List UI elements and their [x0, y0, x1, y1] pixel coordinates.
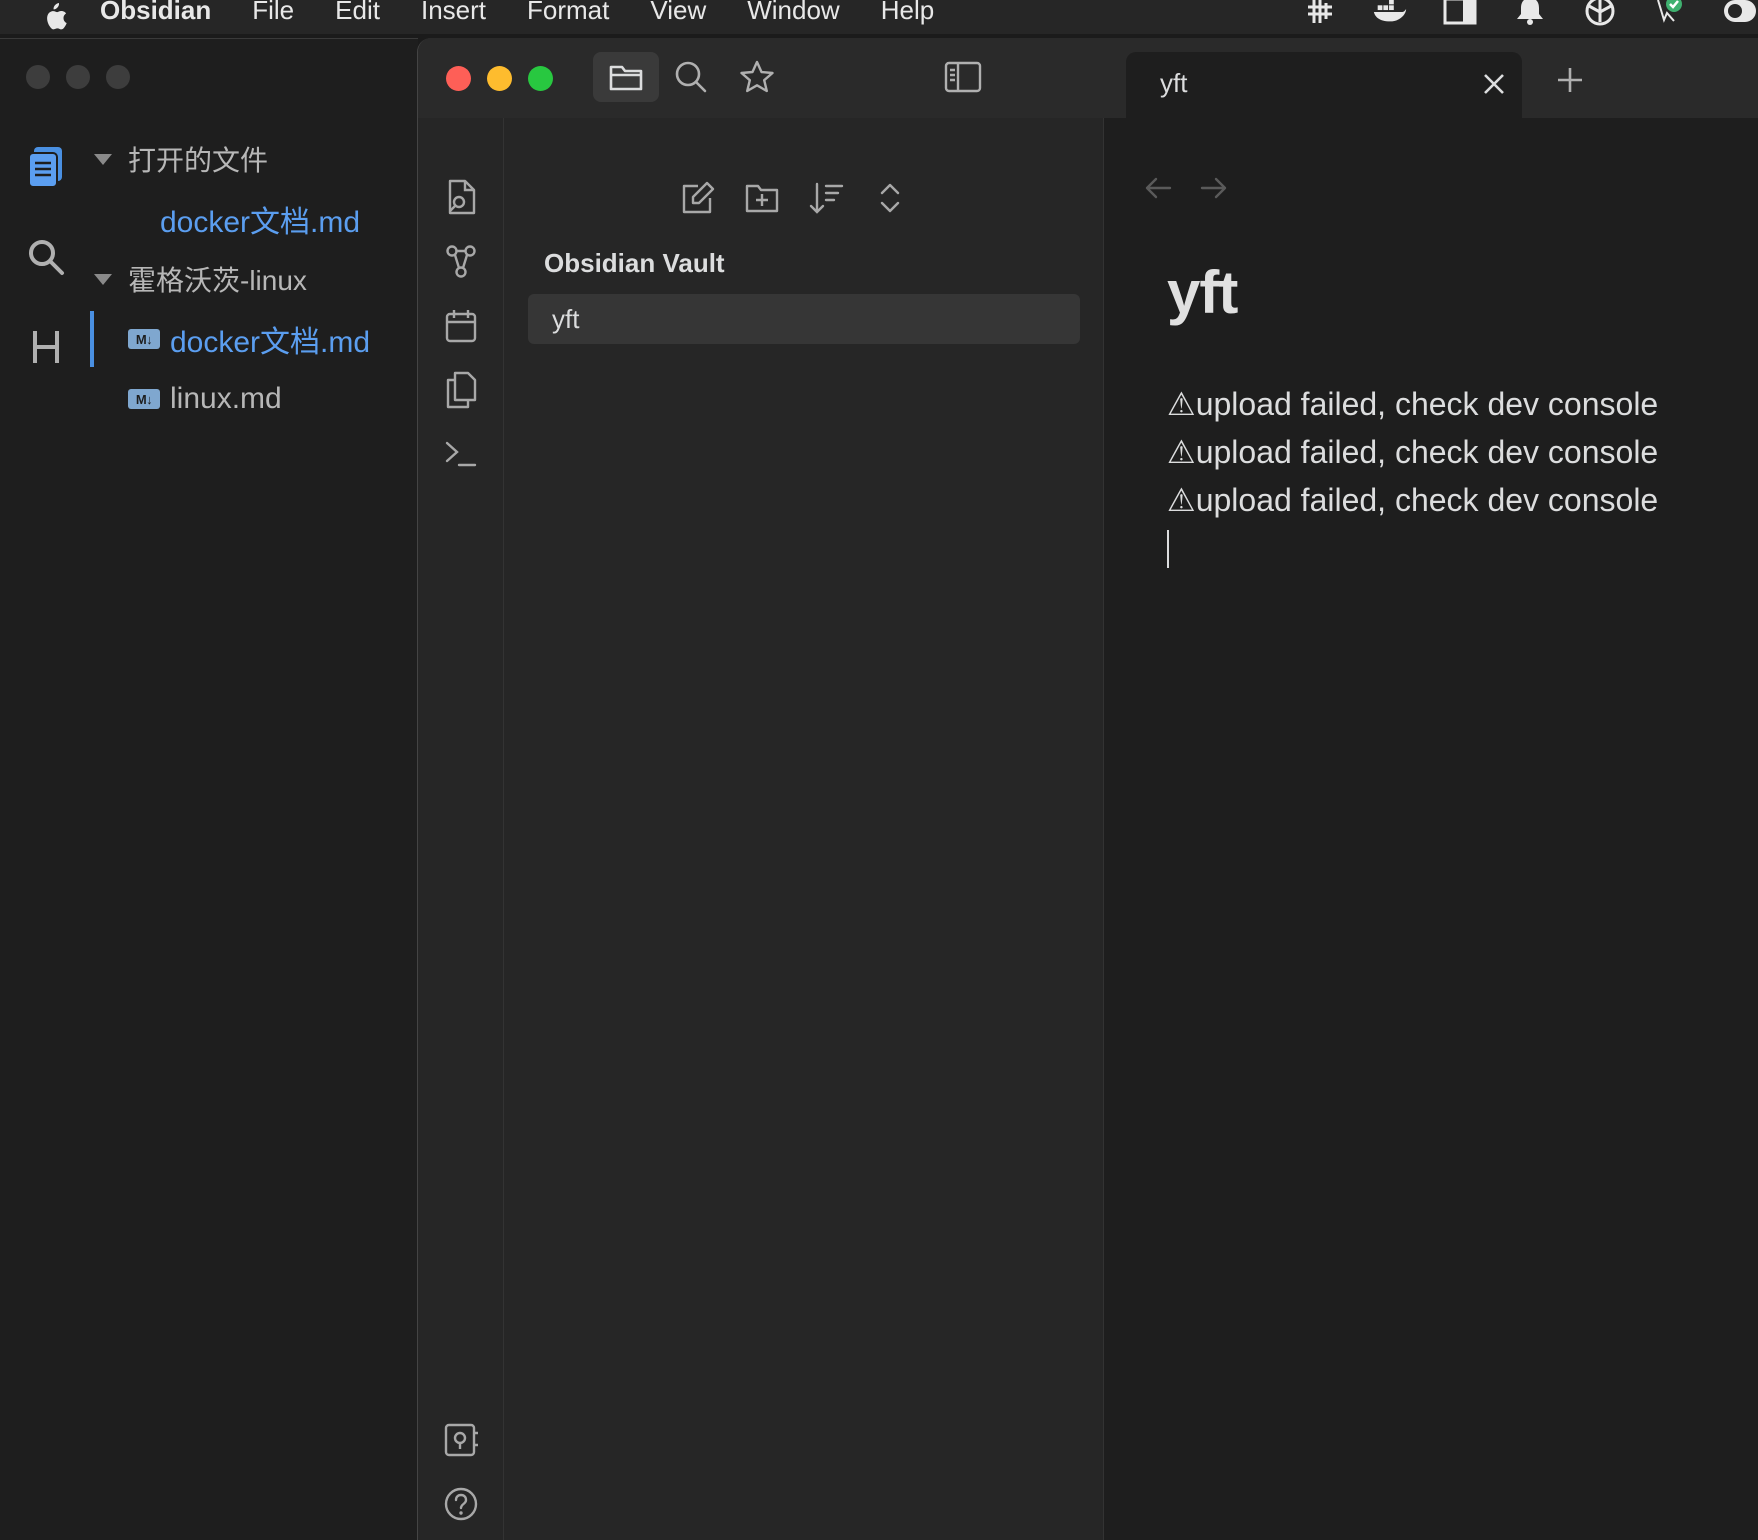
menu-view[interactable]: View [650, 0, 706, 23]
zoom-dot[interactable] [106, 65, 130, 89]
menu-insert[interactable]: Insert [421, 0, 486, 23]
text-cursor [1167, 530, 1169, 568]
file-item-docker[interactable]: M↓ docker文档.md [88, 315, 408, 363]
docker-icon[interactable] [1372, 0, 1408, 26]
status-tray [1268, 0, 1758, 34]
window-controls-inactive [26, 65, 130, 89]
plus-icon [1558, 68, 1582, 92]
star-icon [740, 60, 774, 93]
toggle-icon[interactable] [1722, 0, 1758, 26]
files-icon[interactable] [20, 139, 72, 195]
new-note-button[interactable] [674, 174, 722, 222]
box-icon[interactable] [1582, 0, 1618, 26]
back-button[interactable] [1138, 170, 1178, 206]
sort-icon [809, 182, 844, 214]
explorer-item[interactable]: yft [528, 294, 1080, 344]
markdown-icon: M↓ [128, 389, 160, 409]
new-note-icon [682, 181, 715, 214]
arrow-right-icon [1200, 177, 1227, 199]
ribbon [418, 118, 504, 1540]
search-tab[interactable] [658, 52, 724, 102]
caret-down-icon[interactable] [94, 273, 112, 285]
note-line[interactable]: ⚠upload failed, check dev console [1167, 428, 1758, 476]
graph-icon[interactable] [437, 238, 485, 286]
sidebar-toggle-icon [944, 61, 982, 93]
file-explorer-tab[interactable] [593, 52, 659, 102]
open-files-group[interactable]: 打开的文件 [88, 137, 408, 181]
explorer-item-label: yft [552, 304, 580, 334]
file-item-linux[interactable]: M↓ linux.md [88, 375, 408, 423]
hashtag-grid-icon[interactable] [1302, 0, 1338, 26]
apple-icon[interactable] [34, 1, 74, 33]
menu-edit[interactable]: Edit [335, 0, 380, 23]
bookmarks-tab[interactable] [724, 52, 790, 102]
folder-label: 霍格沃茨-linux [128, 265, 307, 296]
search-icon[interactable] [20, 229, 72, 285]
menu-window[interactable]: Window [747, 0, 839, 23]
note-line[interactable]: ⚠upload failed, check dev console [1167, 476, 1758, 524]
tab-title: yft [1160, 68, 1188, 98]
minimize-window-button[interactable] [487, 66, 512, 91]
caret-down-icon[interactable] [94, 153, 112, 165]
help-icon[interactable] [437, 1480, 485, 1528]
note-body[interactable]: ⚠upload failed, check dev console ⚠uploa… [1167, 380, 1758, 568]
forward-button[interactable] [1194, 170, 1234, 206]
collapse-button[interactable] [866, 174, 914, 222]
title-bar: yft [418, 38, 1758, 118]
file-tree: 打开的文件 docker文档.md 霍格沃茨-linux M↓ docker文档… [88, 137, 408, 435]
vault-icon[interactable] [437, 1416, 485, 1464]
arrow-left-icon [1145, 177, 1172, 199]
heading-icon[interactable] [20, 319, 72, 375]
file-explorer: Obsidian Vault yft [504, 118, 1104, 1540]
terminal-icon[interactable] [437, 430, 485, 478]
markdown-icon: M↓ [128, 329, 160, 349]
obsidian-window: yft Obsidian Vault yft yft ⚠upload faile… [417, 38, 1758, 1540]
window-split-icon[interactable] [1442, 0, 1478, 26]
minimize-dot[interactable] [66, 65, 90, 89]
open-file-item[interactable]: docker文档.md [88, 195, 408, 243]
zoom-window-button[interactable] [528, 66, 553, 91]
check-badge-icon[interactable] [1652, 0, 1688, 26]
new-tab-button[interactable] [1546, 56, 1594, 104]
editor-pane: yft ⚠upload failed, check dev console ⚠u… [1104, 118, 1758, 1540]
window-controls [446, 66, 553, 91]
menu-format[interactable]: Format [527, 0, 609, 23]
new-folder-button[interactable] [738, 174, 786, 222]
calendar-icon[interactable] [437, 302, 485, 350]
note-title[interactable]: yft [1167, 258, 1238, 327]
note-tab[interactable]: yft [1126, 52, 1522, 118]
menu-bar: Obsidian File Edit Insert Format View Wi… [0, 0, 1758, 34]
folder-icon [609, 65, 643, 91]
close-window-button[interactable] [446, 66, 471, 91]
close-dot[interactable] [26, 65, 50, 89]
menu-file[interactable]: File [252, 0, 294, 23]
search-icon [675, 61, 707, 93]
active-indicator [90, 311, 94, 367]
copy-icon[interactable] [437, 366, 485, 414]
collapse-icon [880, 183, 900, 213]
close-tab-icon[interactable] [1476, 66, 1512, 102]
menu-help[interactable]: Help [881, 0, 934, 23]
file-name: docker文档.md [170, 326, 371, 359]
open-files-label: 打开的文件 [128, 145, 269, 176]
left-ribbon [20, 139, 72, 409]
new-folder-icon [745, 184, 779, 213]
vault-name[interactable]: Obsidian Vault [544, 248, 725, 279]
open-note-icon[interactable] [437, 174, 485, 222]
toggle-sidebar-button[interactable] [930, 52, 996, 102]
folder-item[interactable]: 霍格沃茨-linux [88, 257, 408, 301]
file-name: linux.md [170, 382, 282, 415]
note-line[interactable]: ⚠upload failed, check dev console [1167, 380, 1758, 428]
sort-button[interactable] [802, 174, 850, 222]
menu-app-name[interactable]: Obsidian [100, 0, 211, 23]
background-window: 打开的文件 docker文档.md 霍格沃茨-linux M↓ docker文档… [0, 38, 418, 1540]
bell-icon[interactable] [1512, 0, 1548, 26]
